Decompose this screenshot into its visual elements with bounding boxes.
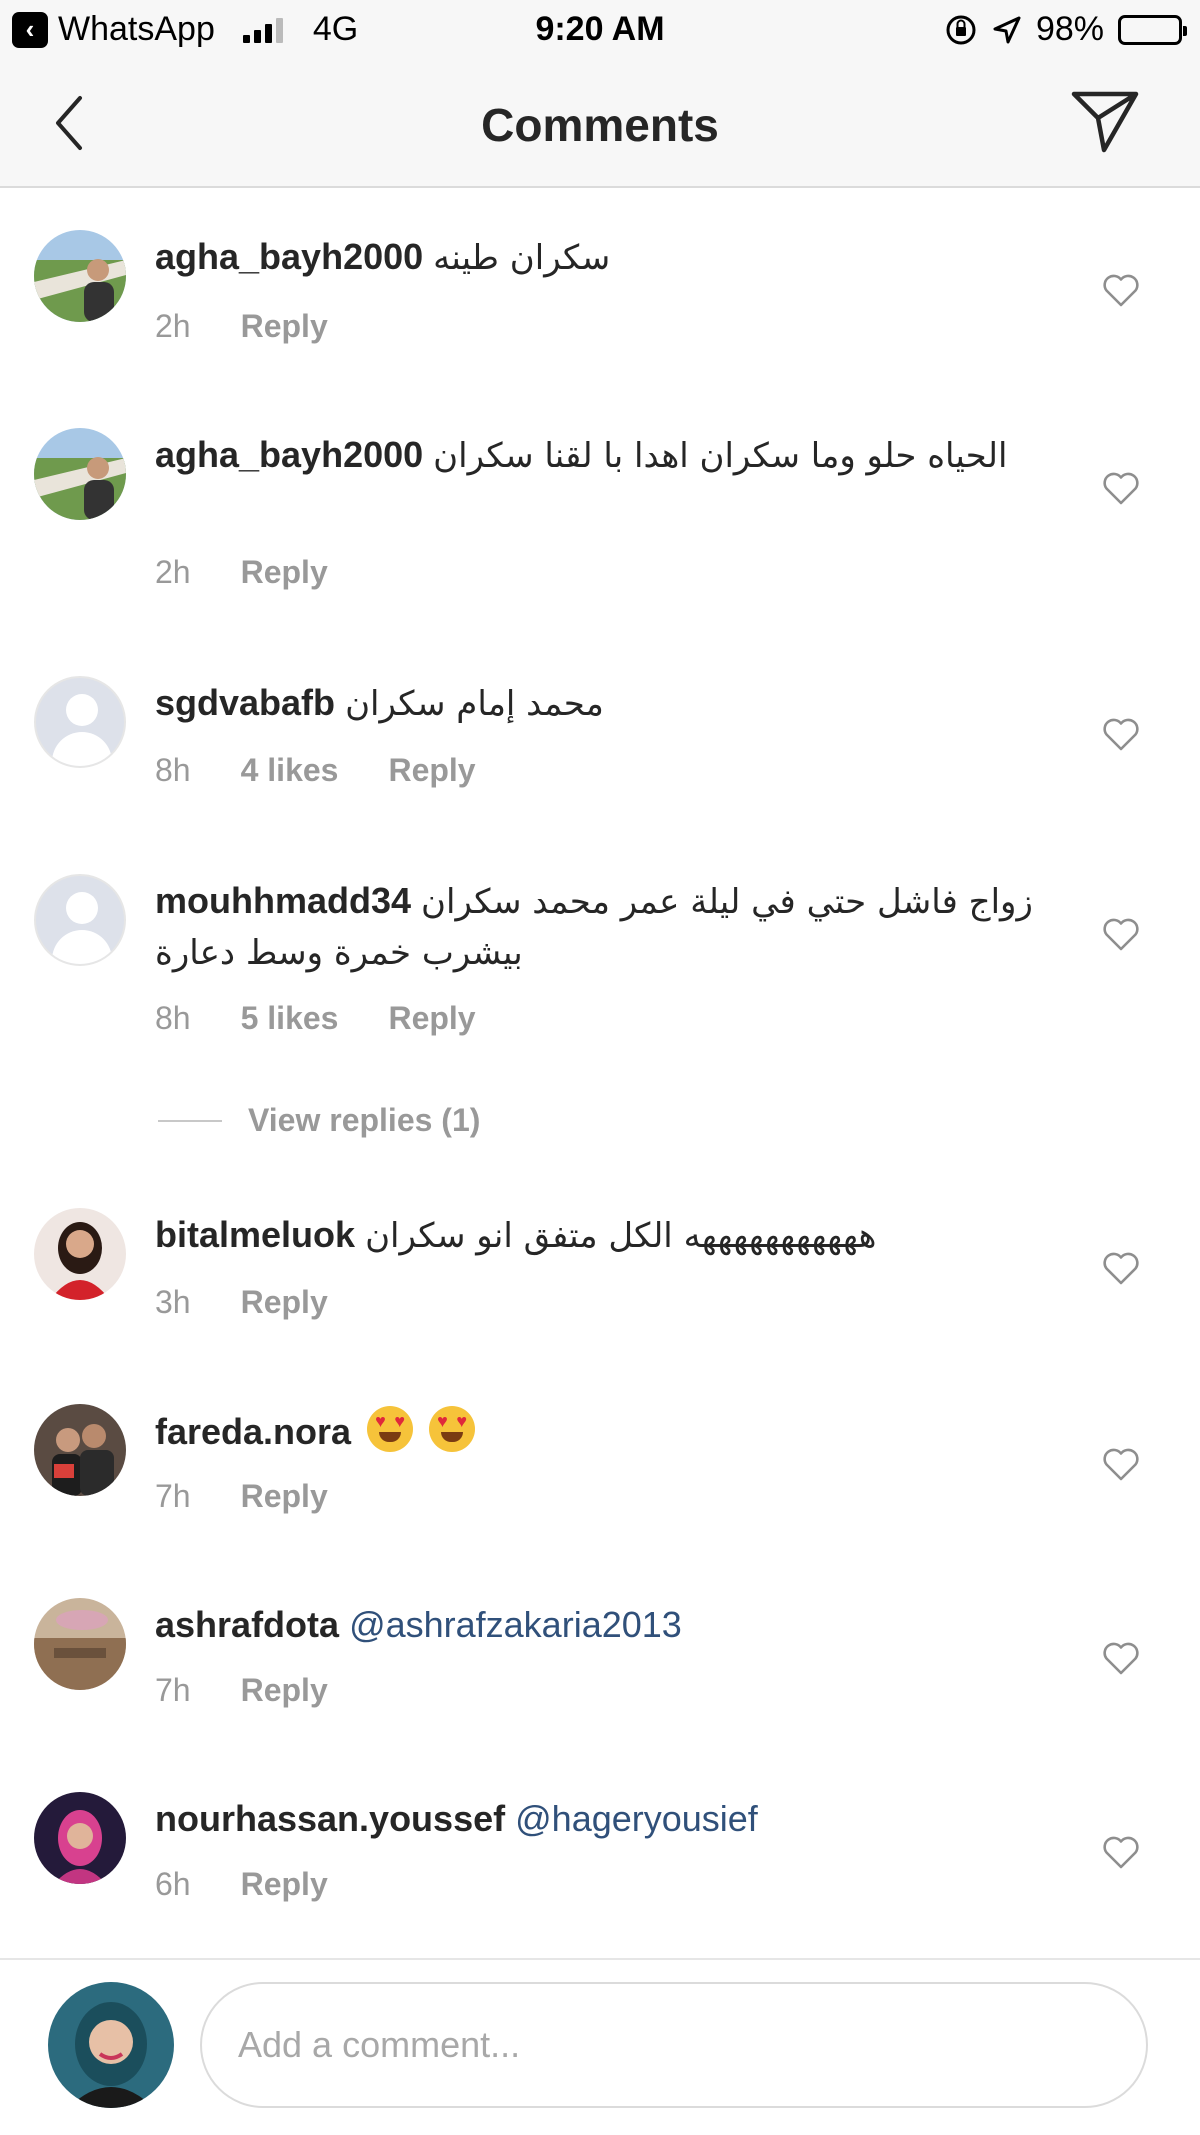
reply-button[interactable]: Reply [241, 308, 328, 345]
avatar-photo-outdoor [34, 1598, 126, 1690]
reply-button[interactable]: Reply [241, 1672, 328, 1709]
comment-meta: 6h Reply [155, 1866, 328, 1903]
comment-meta: 7h Reply [155, 1672, 328, 1709]
mention-link[interactable]: @ashrafzakaria2013 [349, 1604, 682, 1645]
comment-composer [0, 1958, 1200, 2135]
default-user-icon [66, 694, 98, 726]
comment-meta: 2h Reply [155, 308, 328, 345]
avatar[interactable] [34, 428, 126, 520]
comment-body: هههههههههههه الكل متفق انو سكران [365, 1216, 877, 1256]
reply-button[interactable]: Reply [241, 1866, 328, 1903]
add-comment-input[interactable] [200, 1982, 1148, 2108]
like-heart-icon[interactable] [1102, 716, 1140, 752]
comment-username[interactable]: bitalmeluok [155, 1214, 355, 1255]
reply-button[interactable]: Reply [388, 752, 475, 789]
avatar[interactable] [34, 1208, 126, 1300]
comment-username[interactable]: mouhhmadd34 [155, 880, 411, 921]
comment-username[interactable]: sgdvabafb [155, 682, 335, 723]
comment-text: mouhhmadd34 زواج فاشل حتي في ليلة عمر مح… [155, 876, 1035, 978]
view-replies-label[interactable]: View replies (1) [248, 1102, 480, 1139]
comment-text: bitalmeluok هههههههههههه الكل متفق انو س… [155, 1210, 1035, 1261]
default-user-icon [66, 892, 98, 924]
comment-meta: 3h Reply [155, 1284, 328, 1321]
like-heart-icon[interactable] [1102, 1834, 1140, 1870]
comments-header: Comments [0, 62, 1200, 188]
comment-time: 3h [155, 1284, 191, 1320]
avatar[interactable] [34, 1792, 126, 1884]
comment-text: ashrafdota @ashrafzakaria2013 [155, 1600, 1035, 1650]
comment-time: 2h [155, 554, 191, 590]
avatar[interactable] [34, 1598, 126, 1690]
like-heart-icon[interactable] [1102, 470, 1140, 506]
avatar-photo-field-man [34, 230, 126, 322]
my-avatar [48, 1982, 174, 2108]
heart-eyes-emoji-icon [367, 1406, 414, 1452]
reply-button[interactable]: Reply [241, 554, 328, 591]
mention-link[interactable]: @hageryousief [515, 1798, 758, 1839]
heart-eyes-emoji-icon [429, 1406, 476, 1452]
comment-username[interactable]: agha_bayh2000 [155, 236, 423, 277]
comment-username[interactable]: ashrafdota [155, 1604, 339, 1645]
comment-meta: 7h Reply [155, 1478, 328, 1515]
status-bar: ‹ WhatsApp 4G 9:20 AM 98% [0, 0, 1200, 62]
avatar[interactable] [34, 230, 126, 322]
avatar-placeholder[interactable] [34, 874, 126, 966]
status-right: 98% [944, 10, 1187, 49]
avatar-photo-field-man [34, 428, 126, 520]
comment-time: 2h [155, 308, 191, 344]
avatar-photo-self [48, 1982, 174, 2108]
comment-meta: 2h Reply [155, 554, 328, 591]
comment-text: nourhassan.youssef @hageryousief [155, 1794, 1035, 1844]
comment-meta: 8h 4 likes Reply [155, 752, 476, 789]
view-replies-button[interactable]: View replies (1) [158, 1102, 480, 1139]
reply-button[interactable]: Reply [241, 1478, 328, 1515]
avatar-placeholder[interactable] [34, 676, 126, 768]
comment-body: محمد إمام سكران [345, 684, 604, 724]
like-heart-icon[interactable] [1102, 272, 1140, 308]
comment-time: 6h [155, 1866, 191, 1902]
orientation-lock-icon [946, 15, 976, 44]
likes-count[interactable]: 4 likes [241, 752, 339, 789]
likes-count[interactable]: 5 likes [241, 1000, 339, 1037]
comment-time: 8h [155, 1000, 191, 1036]
comment-meta: 8h 5 likes Reply [155, 1000, 476, 1037]
comment-body: الحياه حلو وما سكران اهدا با لقنا سكران [433, 436, 1008, 476]
replies-divider [158, 1119, 222, 1122]
avatar[interactable] [34, 1404, 126, 1496]
send-direct-icon[interactable] [1068, 84, 1142, 158]
comment-username[interactable]: nourhassan.youssef [155, 1798, 505, 1839]
like-heart-icon[interactable] [1102, 916, 1140, 952]
comment-username[interactable]: fareda.nora [155, 1411, 351, 1452]
reply-button[interactable]: Reply [388, 1000, 475, 1037]
avatar-photo-couple [34, 1404, 126, 1496]
battery-percent: 98% [1035, 10, 1104, 48]
comment-time: 8h [155, 752, 191, 788]
comment-time: 7h [155, 1672, 191, 1708]
comment-text: sgdvabafb محمد إمام سكران [155, 678, 1035, 729]
like-heart-icon[interactable] [1102, 1640, 1140, 1676]
location-arrow-icon [993, 16, 1021, 43]
comment-text: agha_bayh2000 سكران طينه [155, 232, 1035, 283]
like-heart-icon[interactable] [1102, 1446, 1140, 1482]
comment-time: 7h [155, 1478, 191, 1514]
like-heart-icon[interactable] [1102, 1250, 1140, 1286]
comment-username[interactable]: agha_bayh2000 [155, 434, 423, 475]
reply-button[interactable]: Reply [241, 1284, 328, 1321]
avatar-photo-hijab [34, 1792, 126, 1884]
comment-body: سكران طينه [433, 238, 611, 278]
comment-text: agha_bayh2000 الحياه حلو وما سكران اهدا … [155, 430, 1015, 481]
battery-icon [1118, 14, 1187, 45]
comment-text: fareda.nora [155, 1406, 1035, 1457]
page-title: Comments [481, 99, 719, 151]
avatar-photo-woman-red [34, 1208, 126, 1300]
